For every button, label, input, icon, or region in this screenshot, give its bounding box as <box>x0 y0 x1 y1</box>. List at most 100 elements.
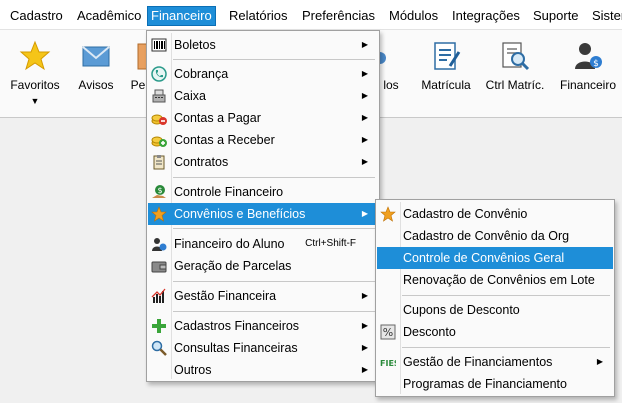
menu-separator <box>173 59 375 60</box>
menu-item-boletos[interactable]: Boletos ▶ <box>148 34 378 56</box>
menu-separator <box>173 281 375 282</box>
menu-item-gestao-financeira[interactable]: Gestão Financeira ▶ <box>148 285 378 307</box>
menu-academico[interactable]: Acadêmico <box>74 6 144 26</box>
menu-cadastro[interactable]: Cadastro <box>7 6 66 26</box>
toolbar-label: Pe <box>130 78 146 92</box>
menu-separator <box>173 228 375 229</box>
menu-preferencias[interactable]: Preferências <box>299 6 378 26</box>
toolbar-favoritos-button[interactable]: Favoritos ▼ <box>10 40 60 106</box>
percent-icon: % <box>380 324 396 340</box>
wallet-icon <box>151 261 167 273</box>
money-hand-icon: $ <box>152 185 166 198</box>
magnifier-icon <box>151 340 167 356</box>
coins-plus-icon <box>151 136 167 147</box>
toolbar-avisos-button[interactable]: Avisos <box>76 40 116 92</box>
toolbar-label: los <box>383 78 399 92</box>
submenu-item-gestao-de-financiamentos[interactable]: FIES Gestão de Financiamentos ▶ <box>377 351 613 373</box>
toolbar-label: Financeiro <box>559 78 617 92</box>
star-icon <box>151 206 167 222</box>
chevron-right-icon: ▶ <box>361 113 368 122</box>
menu-item-label: Outros <box>174 363 212 377</box>
chevron-right-icon: ▶ <box>361 291 368 300</box>
coins-minus-icon <box>151 114 167 125</box>
toolbar-financeiro-button[interactable]: $ Financeiro <box>558 40 618 92</box>
chevron-right-icon: ▶ <box>361 40 368 49</box>
menu-item-contratos[interactable]: Contratos ▶ <box>148 151 378 173</box>
chevron-right-icon: ▶ <box>596 357 603 366</box>
menu-item-caixa[interactable]: Caixa ▶ <box>148 85 378 107</box>
chevron-right-icon: ▶ <box>361 343 368 352</box>
menu-item-contas-a-receber[interactable]: Contas a Receber ▶ <box>148 129 378 151</box>
menu-item-label: Caixa <box>174 89 206 103</box>
menu-item-label: Controle de Convênios Geral <box>403 251 565 265</box>
menu-item-label: Gestão Financeira <box>174 289 277 303</box>
menu-separator <box>173 311 375 312</box>
menu-separator <box>173 177 375 178</box>
svg-text:$: $ <box>157 186 162 195</box>
document-icon <box>137 43 148 70</box>
menu-integracoes[interactable]: Integrações <box>449 6 523 26</box>
svg-text:$: $ <box>593 59 599 69</box>
toolbar-ctrl-matric-button[interactable]: Ctrl Matríc. <box>484 40 546 92</box>
toolbar-label: Avisos <box>78 78 114 92</box>
submenu-item-desconto[interactable]: % Desconto <box>377 321 613 343</box>
chevron-right-icon: ▶ <box>361 157 368 166</box>
shortcut-label: Ctrl+Shift-F <box>305 238 356 249</box>
star-icon <box>380 206 396 222</box>
financeiro-dropdown-menu: Boletos ▶ Cobrança ▶ Caixa ▶ Contas a Pa… <box>146 30 380 382</box>
menu-suporte[interactable]: Suporte <box>530 6 582 26</box>
menu-item-label: Boletos <box>174 38 216 52</box>
toolbar-label: Matrícula <box>421 78 471 92</box>
menu-modulos[interactable]: Módulos <box>386 6 441 26</box>
menu-item-contas-a-pagar[interactable]: Contas a Pagar ▶ <box>148 107 378 129</box>
toolbar-label: Ctrl Matríc. <box>485 78 545 92</box>
chevron-right-icon: ▶ <box>361 209 368 218</box>
user-money-icon: $ <box>575 43 602 69</box>
menu-item-label: Programas de Financiamento <box>403 377 567 391</box>
menu-item-controle-financeiro[interactable]: $ Controle Financeiro <box>148 181 378 203</box>
phone-icon <box>151 66 167 82</box>
menu-item-geracao-de-parcelas[interactable]: Geração de Parcelas <box>148 255 378 277</box>
toolbar-label: Favoritos <box>10 78 60 92</box>
menu-item-label: Convênios e Benefícios <box>174 207 306 221</box>
submenu-item-cupons-de-desconto[interactable]: Cupons de Desconto <box>377 299 613 321</box>
menu-item-label: Contratos <box>174 155 229 169</box>
menu-item-label: Cobrança <box>174 67 229 81</box>
submenu-item-controle-de-convenios-geral[interactable]: Controle de Convênios Geral <box>377 247 613 269</box>
menu-separator <box>402 347 610 348</box>
fies-icon: FIES <box>380 359 396 368</box>
menu-item-consultas-financeiras[interactable]: Consultas Financeiras ▶ <box>148 337 378 359</box>
toolbar-matricula-button[interactable]: Matrícula <box>418 40 474 92</box>
menu-item-financeiro-do-aluno[interactable]: Financeiro do Aluno Ctrl+Shift-F <box>148 233 378 255</box>
menu-sistema[interactable]: Sistema <box>589 6 622 26</box>
chevron-right-icon: ▶ <box>361 69 368 78</box>
chevron-right-icon: ▶ <box>361 135 368 144</box>
toolbar-los-button[interactable]: los <box>376 40 406 92</box>
envelope-icon <box>82 46 110 67</box>
menu-item-convenios-e-beneficios[interactable]: Convênios e Benefícios ▶ <box>148 203 378 225</box>
menu-item-label: Contas a Receber <box>174 133 275 147</box>
form-icon <box>434 42 461 70</box>
menu-bar: Cadastro Acadêmico Financeiro Relatórios… <box>0 0 622 30</box>
chevron-right-icon: ▶ <box>361 321 368 330</box>
menu-relatorios[interactable]: Relatórios <box>226 6 291 26</box>
menu-item-label: Geração de Parcelas <box>174 259 292 273</box>
menu-item-label: Financeiro do Aluno <box>174 237 285 251</box>
submenu-item-renovacao-de-convenios-em-lote[interactable]: Renovação de Convênios em Lote <box>377 269 613 291</box>
submenu-item-programas-de-financiamento[interactable]: Programas de Financiamento <box>377 373 613 395</box>
gear-icon <box>376 52 386 64</box>
toolbar-pe-button[interactable]: Pe <box>128 40 148 92</box>
menu-separator <box>402 295 610 296</box>
menu-financeiro[interactable]: Financeiro <box>147 6 216 26</box>
barcode-icon <box>151 38 167 52</box>
menu-item-cadastros-financeiros[interactable]: Cadastros Financeiros ▶ <box>148 315 378 337</box>
menu-item-label: Contas a Pagar <box>174 111 261 125</box>
submenu-item-cadastro-de-convenio[interactable]: Cadastro de Convênio <box>377 203 613 225</box>
menu-item-outros[interactable]: Outros ▶ <box>148 359 378 381</box>
svg-text:%: % <box>383 326 393 339</box>
register-icon <box>152 89 166 103</box>
menu-item-cobranca[interactable]: Cobrança ▶ <box>148 63 378 85</box>
submenu-item-cadastro-de-convenio-da-org[interactable]: Cadastro de Convênio da Org <box>377 225 613 247</box>
star-icon <box>19 40 51 71</box>
menu-item-label: Gestão de Financiamentos <box>403 355 553 369</box>
